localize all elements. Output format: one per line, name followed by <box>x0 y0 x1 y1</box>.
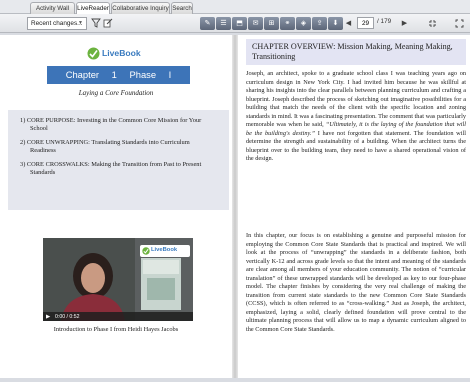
left-page: LiveBook Chapter 1 Phase I Laying a Core… <box>0 35 232 378</box>
livebook-logo-icon <box>87 47 100 60</box>
livebook-logo: LiveBook <box>87 47 149 61</box>
page-number-input[interactable] <box>357 17 374 29</box>
bookmark-button[interactable]: ⬒ <box>232 17 247 30</box>
list-view-button[interactable]: ☰ <box>216 17 231 30</box>
filter-icon[interactable] <box>91 18 101 28</box>
tab-collaborative-inquiry[interactable]: Collaborative Inquiry <box>111 2 170 14</box>
chevron-down-icon: ▼ <box>78 20 83 26</box>
core-item[interactable]: 2) CORE UNWRAPPING: Translating Standard… <box>20 139 217 155</box>
highlight-button[interactable]: ✎ <box>200 17 215 30</box>
tag-button[interactable]: ◈ <box>296 17 311 30</box>
tab-livereader[interactable]: LiveReader <box>76 2 110 14</box>
chapter-subtitle: Laying a Core Foundation <box>78 89 154 97</box>
collapse-icon[interactable] <box>428 19 437 28</box>
livebook-badge-icon <box>142 247 150 255</box>
paragraph: Joseph, an architect, spoke to a graduat… <box>246 70 466 164</box>
link-button[interactable]: ⚭ <box>280 17 295 30</box>
paragraph: In this chapter, our focus is on establi… <box>246 232 466 334</box>
tab-activity-wall[interactable]: Activity Wall <box>30 2 75 14</box>
edit-note-icon[interactable] <box>103 18 113 28</box>
video-livebook-badge: LiveBook <box>140 245 190 257</box>
video-logo-text: LiveBook <box>151 247 178 253</box>
video-time: 0:00 / 0:52 <box>55 314 80 320</box>
reader-toolbar: Recent changes... ▼ ✎ ☰ ⬒ ✉ ⊞ ⚭ ◈ ⇪ ⬇ ◀ … <box>0 14 470 33</box>
previous-page-button[interactable]: ◀ <box>343 17 354 29</box>
recent-changes-label: Recent changes... <box>31 20 83 27</box>
core-item[interactable]: 1) CORE PURPOSE: Investing in the Common… <box>20 117 217 133</box>
page-total: / 179 <box>377 18 392 25</box>
right-page: CHAPTER OVERVIEW: Mission Making, Meanin… <box>238 35 470 378</box>
share-button[interactable]: ⇪ <box>312 17 327 30</box>
recent-changes-select[interactable]: Recent changes... ▼ <box>27 17 87 30</box>
livebook-logo-text: LiveBook <box>102 48 141 58</box>
video-controls: ▶ 0:00 / 0:52 <box>43 312 193 321</box>
video-player[interactable]: LiveBook ▶ 0:00 / 0:52 <box>43 238 193 321</box>
collection-button[interactable]: ⊞ <box>264 17 279 30</box>
download-button[interactable]: ⬇ <box>328 17 343 30</box>
video-caption: Introduction to Phase I from Heidi Hayes… <box>53 326 179 333</box>
paragraph-text: Joseph, an architect, spoke to a graduat… <box>246 70 466 129</box>
core-item[interactable]: 3) CORE CROSSWALKS: Making the Transitio… <box>20 161 217 177</box>
next-page-button[interactable]: ▶ <box>399 17 410 29</box>
fullscreen-icon[interactable] <box>455 19 464 28</box>
play-icon[interactable]: ▶ <box>46 314 50 320</box>
tab-bar: Activity Wall LiveReader Collaborative I… <box>0 0 470 14</box>
core-topics-box: 1) CORE PURPOSE: Investing in the Common… <box>8 110 229 210</box>
tab-search[interactable]: Search <box>171 2 193 14</box>
chapter-overview-heading: CHAPTER OVERVIEW: Mission Making, Meanin… <box>246 39 466 65</box>
comment-button[interactable]: ✉ <box>248 17 263 30</box>
chapter-banner: Chapter 1 Phase I <box>47 66 190 84</box>
